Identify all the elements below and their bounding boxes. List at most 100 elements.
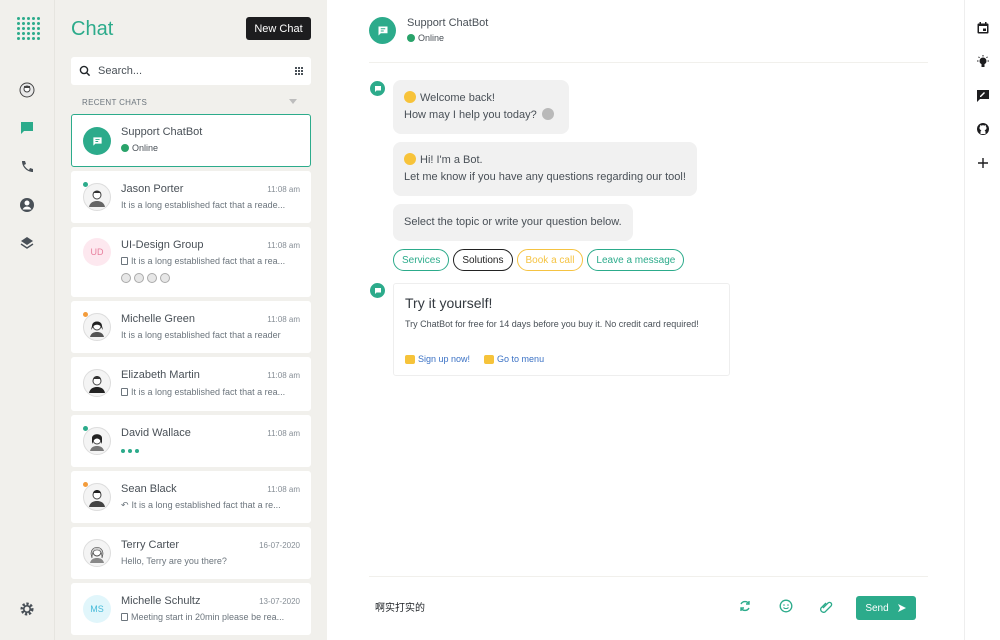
list-item[interactable]: Support ChatBot Online [71,114,311,167]
filter-arrow-icon[interactable] [289,99,297,104]
icon-rail [0,0,55,640]
chat-window: Support ChatBot Online Welcome back! How… [327,0,964,640]
profile-avatar-icon[interactable] [17,80,37,100]
bot-avatar [369,17,396,44]
promo-card: Try it yourself! Try ChatBot for free fo… [393,283,730,376]
member-avatar [147,273,157,283]
card-description: Try ChatBot for free for 14 days before … [405,319,699,329]
chat-list-panel: Chat New Chat RECENT CHATS Support ChatB… [55,0,327,640]
bot-message: Welcome back! How may I help you today? [393,80,569,134]
layers-icon[interactable] [17,233,37,253]
list-item[interactable]: Elizabeth Martin 11:08 am It is a long e… [71,357,311,411]
message-input[interactable] [375,601,705,612]
list-item[interactable]: UD UI-Design Group 11:08 am It is a long… [71,227,311,297]
go-to-menu-link[interactable]: Go to menu [484,354,544,364]
page-title: Chat [71,18,114,40]
chip-leave-message[interactable]: Leave a message [587,249,685,271]
chip-book-call[interactable]: Book a call [516,249,584,271]
chat-time: 11:08 am [267,315,300,324]
member-avatar [134,273,144,283]
feedback-icon[interactable] [976,89,990,103]
bear-emoji-icon [541,108,554,120]
new-chat-button[interactable]: New Chat [246,17,311,40]
search-icon [79,65,91,77]
list-item[interactable]: MS Michelle Schultz 13-07-2020 Meeting s… [71,583,311,635]
bulb-icon[interactable] [976,55,990,69]
calendar-icon[interactable] [976,21,990,35]
reply-icon: ↶ [121,500,129,510]
card-title: Try it yourself! [405,295,493,311]
card-links: Sign up now! Go to menu [405,354,544,364]
chat-name: Sean Black [121,483,177,495]
group-members [121,273,170,283]
avatar [83,539,111,567]
divider [369,62,928,63]
signup-link[interactable]: Sign up now! [405,354,470,364]
wave-emoji-icon [404,153,416,165]
bot-message: Hi! I'm a Bot. Let me know if you have a… [393,142,697,196]
chat-time: 11:08 am [267,241,300,250]
plus-icon[interactable] [976,156,990,170]
chat-icon[interactable] [17,118,37,138]
status-badge: Online [121,143,158,153]
typing-indicator [121,449,139,453]
chat-name: Elizabeth Martin [121,369,200,381]
avatar [83,369,111,397]
avatar: UD [83,238,111,266]
bot-message: Select the topic or write your question … [393,204,633,241]
avatar [83,483,111,511]
search-bar [71,57,311,85]
status-badge: Online [407,33,444,43]
user-circle-icon[interactable] [17,195,37,215]
list-item[interactable]: Jason Porter 11:08 am It is a long estab… [71,171,311,223]
quick-replies: Services Solutions Book a call Leave a m… [393,249,685,271]
send-button[interactable]: Send [856,596,916,620]
chat-time: 11:08 am [267,485,300,494]
chip-services[interactable]: Services [393,249,450,271]
document-icon [121,388,128,396]
chat-items: Support ChatBot Online Jason Porter 11:0… [71,114,311,639]
chat-time: 16-07-2020 [259,541,300,550]
chat-name: David Wallace [121,427,191,439]
github-icon[interactable] [976,122,990,136]
chat-time: 11:08 am [267,429,300,438]
attachment-icon[interactable] [819,598,835,614]
list-item[interactable]: Sean Black 11:08 am ↶ It is a long establ… [71,471,311,523]
chat-name: Support ChatBot [121,126,203,138]
avatar [83,427,111,455]
phone-icon[interactable] [17,157,37,177]
list-item[interactable]: David Wallace 11:08 am [71,415,311,467]
chat-name: UI-Design Group [121,239,204,251]
chat-preview: Meeting start in 20min please be rea... [121,612,301,622]
chat-time: 13-07-2020 [259,597,300,606]
chat-name: Michelle Green [121,313,195,325]
search-input[interactable] [98,65,295,77]
chat-time: 11:08 am [267,185,300,194]
chat-name: Terry Carter [121,539,180,551]
apps-grid-icon[interactable] [295,67,303,75]
divider [369,576,928,577]
chat-preview: Hello, Terry are you there? [121,556,227,566]
chat-preview: ↶ It is a long established fact that a re… [121,500,281,510]
conversation-title: Support ChatBot [407,17,489,29]
list-item[interactable]: Terry Carter 16-07-2020 Hello, Terry are… [71,527,311,579]
gear-icon[interactable] [17,599,37,619]
emoji-icon[interactable] [778,598,794,614]
logo-icon[interactable] [16,16,40,40]
refresh-icon[interactable] [737,598,753,614]
moon-icon[interactable] [17,560,37,580]
document-icon [121,613,128,621]
member-avatar [121,273,131,283]
smile-emoji-icon [404,91,416,103]
chat-preview: It is a long established fact that a rea… [121,200,286,210]
document-icon [121,257,128,265]
chat-name: Michelle Schultz [121,595,201,607]
chip-solutions[interactable]: Solutions [453,249,513,271]
chat-preview: It is a long established fact that a rea… [121,387,301,397]
list-item[interactable]: Michelle Green 11:08 am It is a long est… [71,301,311,353]
bot-avatar [83,127,111,155]
chat-time: 11:08 am [267,371,300,380]
send-arrow-icon [897,604,906,612]
pointing-hand-icon [484,354,495,364]
chat-preview: It is a long established fact that a rea… [121,330,281,340]
